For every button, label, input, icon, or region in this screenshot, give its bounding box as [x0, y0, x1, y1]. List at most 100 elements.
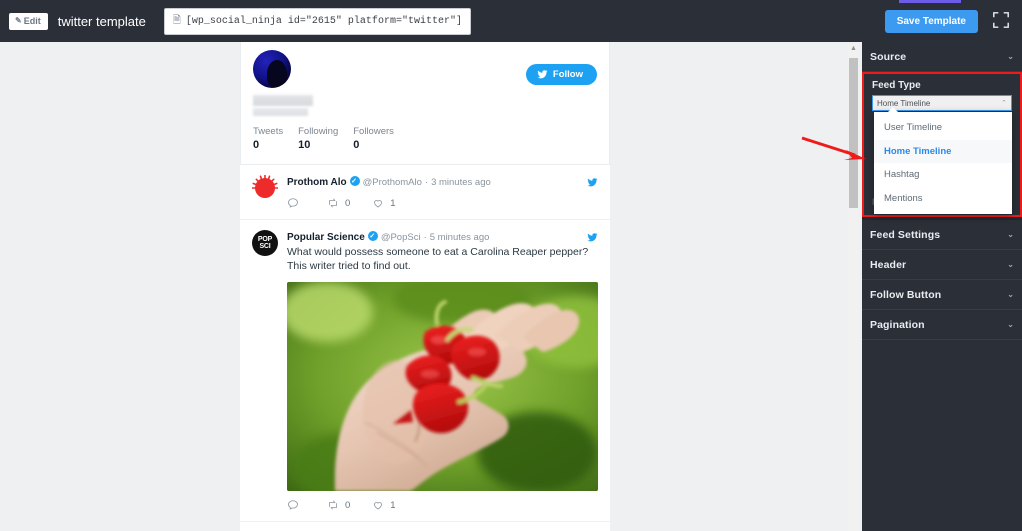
template-title: twitter template: [57, 13, 146, 29]
stat-label: Followers: [353, 126, 394, 137]
retweet-button[interactable]: 0: [327, 499, 350, 511]
scroll-up-arrow-icon[interactable]: ▲: [850, 45, 857, 52]
tweet-meta: Prothom Alo @ProthomAlo · 3 minutes ago: [287, 175, 598, 189]
chevron-down-icon: ⌄: [1007, 320, 1014, 329]
stat-followers: Followers 0: [353, 125, 394, 152]
like-icon: [374, 502, 383, 510]
panel-section-label: Pagination: [870, 318, 925, 331]
reply-button[interactable]: [287, 499, 305, 511]
popsci-avatar: POP SCI: [252, 230, 278, 256]
feed-type-option-hashtag[interactable]: Hashtag: [874, 163, 1012, 187]
like-count: 1: [390, 197, 396, 209]
chevron-down-icon: ⌄: [1007, 52, 1014, 61]
top-bar: ✎ Edit twitter template 🗎 [wp_social_nin…: [0, 0, 1022, 42]
tweet-actions: 0 1: [287, 491, 598, 515]
feed-type-selected-value: Home Timeline: [877, 98, 931, 108]
table-row[interactable]: POP SCI Popular Science @PopSci · 5 minu…: [240, 220, 610, 522]
tweet-actions: 0 1: [287, 189, 598, 213]
chevron-down-icon: ⌄: [1007, 230, 1014, 239]
panel-section-label: Source: [870, 50, 907, 63]
tweet-timestamp: 5 minutes ago: [429, 232, 490, 243]
tweet-media-image[interactable]: [287, 282, 598, 491]
preview-scrollbar[interactable]: ▲: [848, 42, 859, 531]
retweet-icon: [329, 500, 337, 510]
tweet-body: Prothom Alo @ProthomAlo · 3 minutes ago: [287, 175, 598, 213]
stat-label: Tweets: [253, 126, 284, 137]
panel-section-follow-button[interactable]: Follow Button ⌄: [862, 280, 1022, 310]
verified-badge-icon: [349, 175, 360, 188]
chevron-down-icon: ⌄: [1007, 260, 1014, 269]
meta-separator: ·: [423, 232, 427, 243]
meta-separator: ·: [424, 177, 429, 188]
settings-panel: Source ⌄ Feed Type Home Timeline ⌃ Filte…: [862, 42, 1022, 531]
tweet-meta: Popular Science @PopSci · 5 minutes ago: [287, 230, 598, 244]
feed-type-label: Feed Type: [872, 80, 921, 91]
app-root: ✎ Edit twitter template 🗎 [wp_social_nin…: [0, 0, 1022, 531]
profile-stats: Tweets 0 Following 10 Followers 0: [253, 125, 597, 152]
like-button[interactable]: 1: [372, 197, 396, 209]
tweet-source-icon: [587, 177, 598, 188]
panel-section-header[interactable]: Header ⌄: [862, 250, 1022, 280]
table-row[interactable]: Prothom Alo @ProthomAlo · 10 minutes ago: [240, 522, 610, 531]
sun-shape: [255, 178, 275, 198]
stat-value: 10: [298, 139, 311, 151]
avatar-text-bottom: SCI: [259, 243, 271, 250]
twitter-feed: Tweets 0 Following 10 Followers 0 Follow…: [240, 42, 610, 531]
stat-following: Following 10: [298, 125, 338, 152]
edit-button[interactable]: ✎ Edit: [9, 12, 48, 30]
retweet-button[interactable]: 0: [327, 197, 350, 209]
table-row[interactable]: Prothom Alo @ProthomAlo · 3 minutes ago: [240, 165, 610, 220]
stat-value: 0: [253, 139, 260, 151]
tweet-author-handle: @PopSci: [380, 232, 421, 243]
reply-icon: [288, 198, 298, 208]
scrollbar-thumb[interactable]: [849, 58, 858, 208]
edit-button-label: Edit: [23, 15, 41, 26]
avatar-text-top: POP: [257, 236, 273, 243]
stat-label: Following: [298, 126, 339, 137]
preview-canvas: Tweets 0 Following 10 Followers 0 Follow…: [0, 42, 862, 531]
profile-handle-redacted: [253, 108, 308, 116]
document-icon: 🗎: [172, 15, 181, 27]
red-arrow-pointer: [801, 136, 866, 160]
top-bar-actions: Save Template: [884, 0, 1012, 42]
save-template-button[interactable]: Save Template: [884, 9, 978, 33]
panel-section-label: Follow Button: [870, 288, 942, 301]
retweet-count: 0: [345, 499, 351, 511]
tweet-timestamp: 3 minutes ago: [431, 177, 491, 188]
fullscreen-icon[interactable]: [992, 11, 1012, 31]
chevron-up-icon: ⌃: [1001, 100, 1007, 107]
reply-button[interactable]: [287, 197, 305, 209]
stat-tweets: Tweets 0: [253, 125, 283, 152]
tweet-text: What would possess someone to eat a Caro…: [287, 246, 589, 272]
panel-section-label: Feed Settings: [870, 228, 941, 241]
verified-badge-icon: [367, 230, 378, 243]
panel-section-pagination[interactable]: Pagination ⌄: [862, 310, 1022, 340]
feed-type-option-mentions[interactable]: Mentions: [874, 187, 1012, 211]
chevron-down-icon: ⌄: [1007, 290, 1014, 299]
twitter-bird-icon: [587, 233, 598, 242]
follow-button-label: Follow: [552, 69, 583, 80]
tweet-author-name: Popular Science: [287, 232, 365, 243]
like-button[interactable]: 1: [372, 499, 396, 511]
like-count: 1: [390, 499, 396, 511]
panel-section-label: Header: [870, 258, 907, 271]
prothom-alo-avatar: [252, 175, 278, 201]
profile-avatar: [253, 50, 291, 88]
tweet-author-handle: @ProthomAlo: [362, 177, 422, 188]
profile-name-redacted: [253, 95, 313, 106]
twitter-bird-icon: [537, 70, 548, 79]
pencil-icon: ✎: [15, 16, 22, 25]
feed-type-option-home-timeline[interactable]: Home Timeline: [874, 139, 1012, 163]
retweet-icon: [329, 198, 337, 208]
feed-type-dropdown: User Timeline Home Timeline Hashtag Ment…: [874, 107, 1012, 214]
follow-button[interactable]: Follow: [525, 64, 597, 85]
like-icon: [374, 200, 383, 208]
stat-value: 0: [353, 139, 360, 151]
tweet-body: Popular Science @PopSci · 5 minutes ago …: [287, 230, 598, 515]
shortcode-field[interactable]: 🗎 [wp_social_ninja id="2615" platform="t…: [163, 7, 471, 35]
panel-section-source[interactable]: Source ⌄: [862, 42, 1022, 72]
twitter-bird-icon: [587, 178, 598, 187]
panel-section-feed-settings[interactable]: Feed Settings ⌄: [862, 220, 1022, 250]
feed-type-option-user-timeline[interactable]: User Timeline: [874, 116, 1012, 140]
tweet-source-icon: [587, 232, 598, 243]
